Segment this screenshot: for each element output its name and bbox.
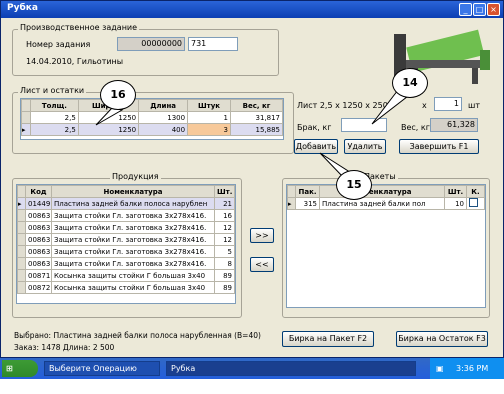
system-tray: ▣ 3:36 PM	[430, 358, 504, 379]
taskbar-item-rubka[interactable]: Рубка	[166, 361, 416, 376]
taskbar: ⊞ Start Выберите Операцию Рубка ▣ 3:36 P…	[0, 358, 504, 390]
callout-16: 16	[100, 80, 136, 110]
callout-15: 15	[336, 170, 372, 200]
callout-pointers	[95, 89, 414, 179]
callout-14: 14	[392, 68, 428, 98]
network-icon[interactable]: ▣	[436, 358, 444, 379]
clock[interactable]: 3:36 PM	[456, 364, 488, 373]
windows-logo-icon: ⊞	[6, 364, 13, 373]
start-button[interactable]: ⊞ Start	[2, 360, 38, 390]
taskbar-item-operation[interactable]: Выберите Операцию	[44, 361, 160, 376]
